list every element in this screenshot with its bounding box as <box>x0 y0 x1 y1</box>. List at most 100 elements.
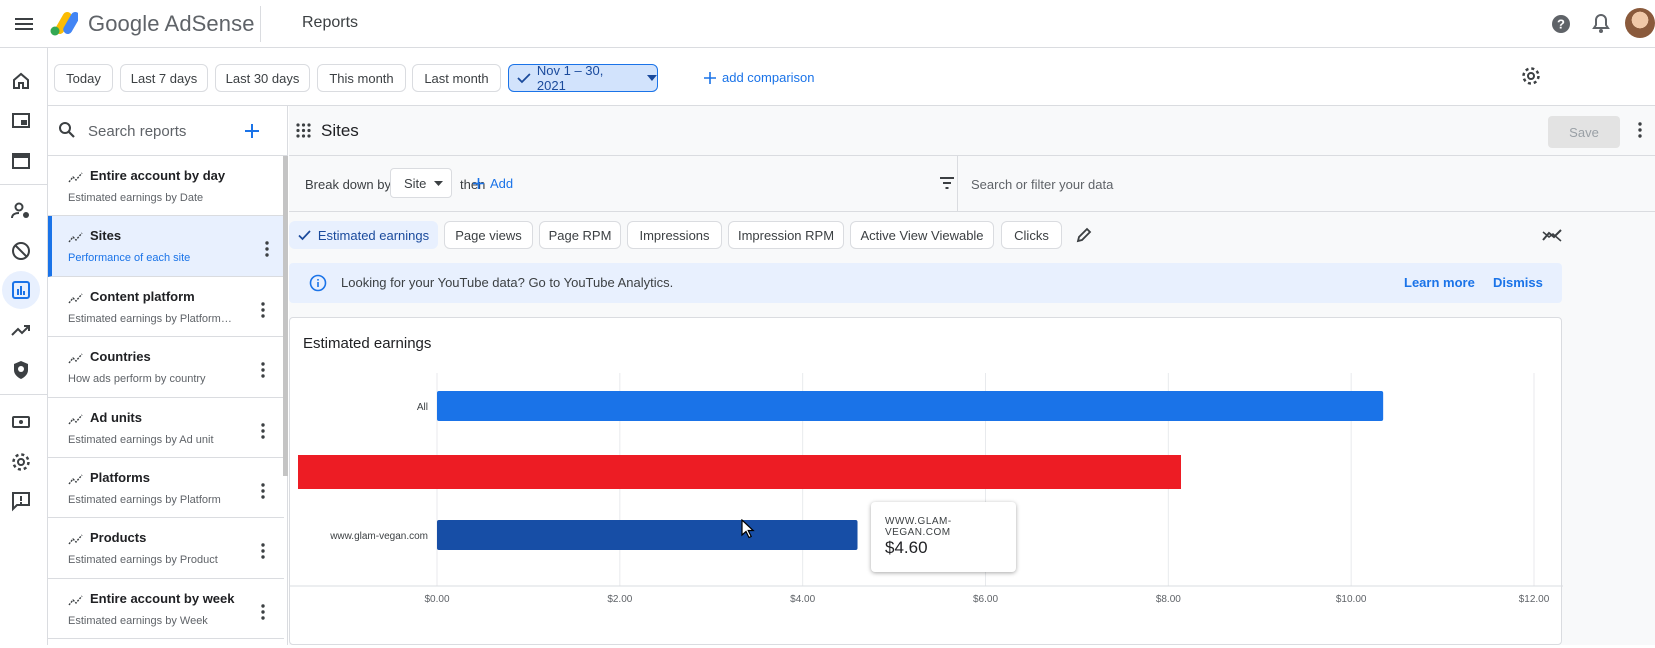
breakdown-dropdown[interactable]: Site <box>390 168 452 198</box>
chart-title: Estimated earnings <box>303 335 432 352</box>
account-icon[interactable] <box>10 200 32 222</box>
chart-bar[interactable] <box>437 391 1384 421</box>
app-brand: Google AdSense <box>88 11 255 36</box>
category-label: www.glam-vegan.com <box>329 531 428 542</box>
plus-icon <box>473 178 484 189</box>
chevron-down-icon <box>434 180 444 186</box>
report-title: Products <box>90 530 147 546</box>
settings-gear-icon[interactable] <box>1520 65 1542 87</box>
report-chart-icon <box>68 595 83 606</box>
metric-label: Clicks <box>1014 227 1049 243</box>
report-item[interactable]: Products Estimated earnings by Product <box>48 518 284 579</box>
rail-divider <box>0 184 48 185</box>
more-vert-icon[interactable] <box>264 240 270 258</box>
report-chart-icon <box>68 293 83 304</box>
menu-icon[interactable] <box>12 12 36 36</box>
date-chip-last-7-days[interactable]: Last 7 days <box>120 64 208 92</box>
help-icon[interactable]: ? <box>1549 12 1573 36</box>
apps-grid-icon[interactable] <box>296 123 311 138</box>
metric-chip[interactable]: Estimated earnings <box>289 221 438 249</box>
more-vert-icon[interactable] <box>260 603 266 621</box>
more-vert-icon[interactable] <box>260 361 266 379</box>
learn-more-link[interactable]: Learn more <box>1404 275 1475 290</box>
edit-pencil-icon[interactable] <box>1075 226 1093 244</box>
metric-chip[interactable]: Active View Viewable <box>850 221 994 249</box>
add-report-plus-icon[interactable] <box>244 118 260 144</box>
notifications-bell-icon[interactable] <box>1589 12 1613 36</box>
chart-toggle-icon[interactable] <box>1542 227 1562 243</box>
report-title: Content platform <box>90 288 195 304</box>
report-title: Entire account by day <box>90 168 226 183</box>
more-vert-icon[interactable] <box>260 482 266 500</box>
more-vert-icon[interactable] <box>260 542 266 560</box>
metric-chip[interactable]: Page views <box>444 221 533 249</box>
plus-icon <box>704 71 716 84</box>
chart-tooltip: WWW.GLAM-VEGAN.COM $4.60 <box>871 502 1016 572</box>
add-comparison-label: add comparison <box>722 70 815 85</box>
more-vert-icon[interactable] <box>260 422 266 440</box>
report-item[interactable]: Content platform Estimated earnings by Pl… <box>48 277 284 338</box>
divider <box>957 156 958 212</box>
break-down-label: Break down by <box>305 177 391 192</box>
info-icon <box>309 274 327 292</box>
x-tick-label: $2.00 <box>607 594 632 605</box>
policy-shield-icon[interactable] <box>10 359 32 381</box>
add-comparison-button[interactable]: add comparison <box>704 70 815 85</box>
date-range-label: Nov 1 – 30, 2021 <box>536 63 604 93</box>
date-chip-last-30-days[interactable]: Last 30 days <box>215 64 310 92</box>
scrollbar[interactable] <box>283 156 288 476</box>
category-label: All <box>417 402 428 413</box>
payments-icon[interactable] <box>10 411 32 433</box>
breakdown-row: Break down by Site then Add Search or fi… <box>289 156 1655 212</box>
report-item[interactable]: Countries How ads perform by country <box>48 337 284 398</box>
filter-input[interactable]: Search or filter your data <box>971 177 1113 192</box>
report-subtitle: Estimated earnings by Ad unit <box>68 433 214 446</box>
report-title: Sites <box>90 228 122 244</box>
chart-bar[interactable] <box>437 520 858 550</box>
report-item[interactable]: Ad units Estimated earnings by Ad unit <box>48 398 284 458</box>
sites-icon[interactable] <box>10 150 32 172</box>
feedback-icon[interactable] <box>10 490 32 512</box>
date-chip-this-month[interactable]: This month <box>317 64 406 92</box>
metric-chip[interactable]: Impressions <box>627 221 722 249</box>
block-icon[interactable] <box>10 240 32 262</box>
metric-label: Estimated earnings <box>317 227 430 243</box>
adsense-logo-icon <box>50 12 78 36</box>
metric-chip[interactable]: Page RPM <box>539 221 621 249</box>
report-chart-icon <box>68 534 83 545</box>
report-item[interactable]: Entire account by day Estimated earnings … <box>48 156 284 217</box>
report-chart-icon <box>68 172 83 183</box>
x-tick-label: $0.00 <box>424 594 449 605</box>
trending-icon[interactable] <box>10 319 32 341</box>
more-vert-icon[interactable] <box>260 301 266 319</box>
report-title: Entire account by week <box>90 590 235 606</box>
date-chip-last-month[interactable]: Last month <box>412 64 501 92</box>
ads-icon[interactable] <box>10 110 32 132</box>
date-range-bar: Today Last 7 days Last 30 days This mont… <box>48 48 1655 106</box>
tooltip-value: $4.60 <box>885 538 928 557</box>
report-item[interactable]: Platforms Estimated earnings by Platform <box>48 458 284 519</box>
chart-card: Estimated earnings $0.00 $2.00 $4.00 $6.00 $… <box>289 317 1563 645</box>
avatar[interactable] <box>1625 8 1655 38</box>
search-reports <box>48 106 288 156</box>
report-title: Sites <box>321 121 359 140</box>
home-icon[interactable] <box>10 70 32 92</box>
report-item[interactable]: Sites Performance of each site <box>48 216 284 277</box>
metric-chip[interactable]: Clicks <box>1001 221 1062 249</box>
filter-icon <box>940 177 954 189</box>
metric-chip[interactable]: Impression RPM <box>728 221 844 249</box>
metric-label: Page views <box>455 227 522 243</box>
chevron-down-icon <box>647 75 657 81</box>
reports-icon[interactable] <box>10 279 32 301</box>
dismiss-button[interactable]: Dismiss <box>1493 275 1543 290</box>
date-chip-today[interactable]: Today <box>54 64 113 92</box>
save-button[interactable]: Save <box>1548 116 1620 148</box>
settings-gear-icon[interactable] <box>10 451 32 473</box>
report-chart-icon <box>68 474 83 485</box>
search-input[interactable] <box>88 120 238 142</box>
more-vert-icon[interactable] <box>1637 121 1643 139</box>
add-breakdown-button[interactable]: Add <box>473 176 513 191</box>
date-range-selector[interactable]: Nov 1 – 30, 2021 <box>508 63 658 93</box>
page-title: Reports <box>302 14 359 31</box>
report-item[interactable]: Entire account by week Estimated earnings… <box>48 579 284 640</box>
